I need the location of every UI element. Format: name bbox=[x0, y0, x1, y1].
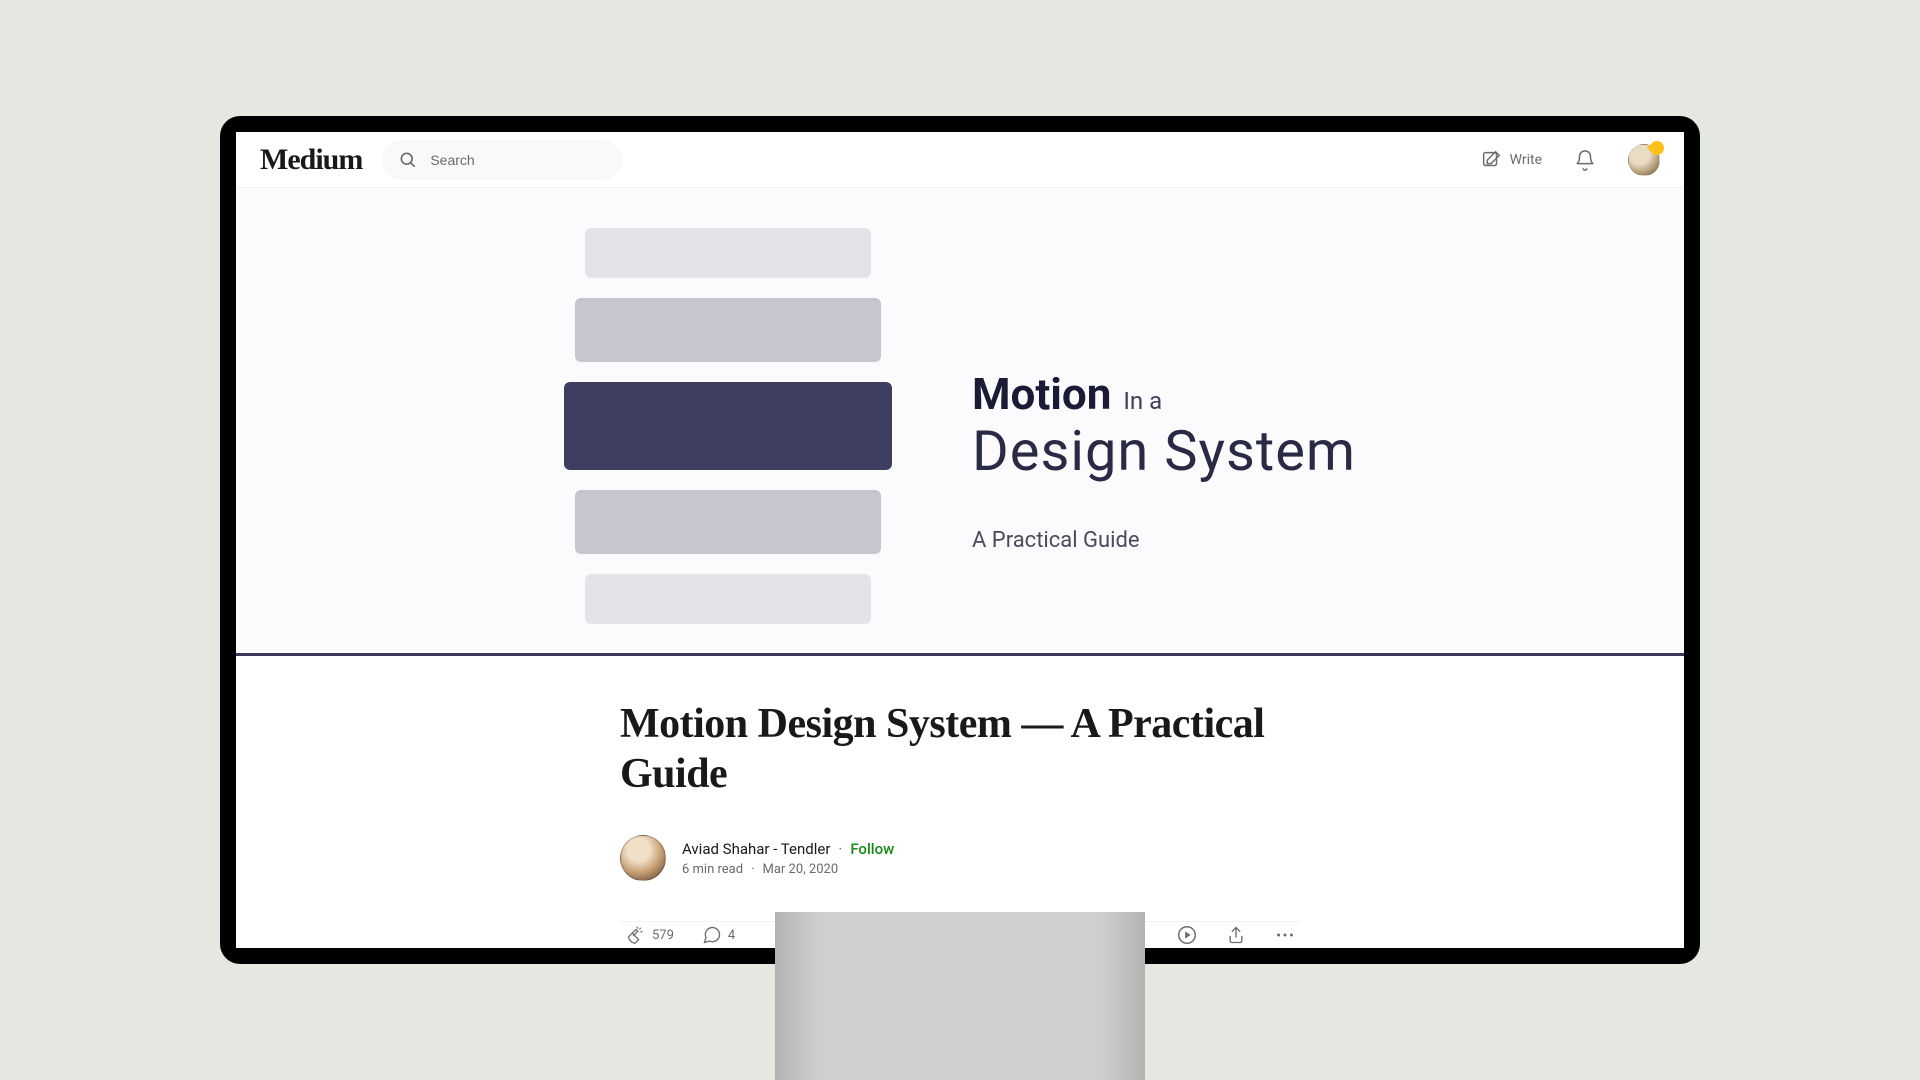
profile-menu[interactable] bbox=[1628, 144, 1660, 176]
write-icon bbox=[1480, 149, 1502, 171]
hero-bar bbox=[575, 298, 881, 362]
hero-bar bbox=[564, 382, 892, 470]
more-button[interactable] bbox=[1274, 924, 1296, 946]
search-icon bbox=[398, 150, 418, 170]
write-label: Write bbox=[1510, 152, 1542, 168]
hero-title-thin: In a bbox=[1123, 387, 1162, 415]
hero-title-line2: Design System bbox=[972, 418, 1356, 484]
follow-button[interactable]: Follow bbox=[850, 840, 894, 858]
screen: Medium Write bbox=[236, 132, 1684, 948]
hero-banner: Motion In a Design System A Practical Gu… bbox=[236, 188, 1684, 656]
clap-icon bbox=[624, 924, 646, 946]
comment-icon bbox=[702, 925, 722, 945]
listen-button[interactable] bbox=[1176, 924, 1198, 946]
article: Motion Design System — A Practical Guide… bbox=[620, 700, 1300, 948]
play-circle-icon bbox=[1176, 924, 1198, 946]
engagement-left: 579 4 bbox=[624, 924, 735, 946]
share-button[interactable] bbox=[1226, 925, 1246, 945]
bell-icon bbox=[1574, 149, 1596, 171]
comment-count: 4 bbox=[728, 928, 735, 943]
author-name[interactable]: Aviad Shahar - Tendler bbox=[682, 840, 830, 858]
separator-dot: · bbox=[838, 840, 842, 858]
separator-dot: · bbox=[751, 862, 754, 877]
more-icon bbox=[1274, 924, 1296, 946]
author-bottom: 6 min read · Mar 20, 2020 bbox=[682, 862, 894, 877]
hero-title-line1: Motion In a bbox=[972, 368, 1356, 420]
hero-bar bbox=[575, 490, 881, 554]
publish-date: Mar 20, 2020 bbox=[762, 862, 838, 877]
author-top: Aviad Shahar - Tendler · Follow bbox=[682, 840, 894, 858]
author-avatar[interactable] bbox=[620, 835, 666, 881]
site-logo[interactable]: Medium bbox=[260, 143, 362, 177]
search-field[interactable] bbox=[382, 140, 622, 180]
article-title: Motion Design System — A Practical Guide bbox=[620, 700, 1300, 799]
engagement-right bbox=[1126, 924, 1296, 946]
hero-inner: Motion In a Design System A Practical Gu… bbox=[564, 218, 1356, 624]
hero-subtitle: A Practical Guide bbox=[972, 528, 1356, 553]
write-button[interactable]: Write bbox=[1480, 149, 1542, 171]
topbar-right: Write bbox=[1480, 144, 1660, 176]
monitor-stand bbox=[775, 912, 1145, 1080]
comment-button[interactable]: 4 bbox=[702, 925, 735, 945]
author-row: Aviad Shahar - Tendler · Follow 6 min re… bbox=[620, 835, 1300, 881]
hero-bar bbox=[585, 228, 871, 278]
monitor-frame: Medium Write bbox=[220, 116, 1700, 964]
read-time: 6 min read bbox=[682, 862, 743, 877]
search-input[interactable] bbox=[430, 152, 606, 168]
clap-count: 579 bbox=[652, 928, 674, 943]
hero-illustration bbox=[564, 228, 892, 624]
topbar: Medium Write bbox=[236, 132, 1684, 188]
hero-text: Motion In a Design System A Practical Gu… bbox=[972, 228, 1356, 553]
hero-title-bold: Motion bbox=[972, 368, 1111, 420]
hero-bar bbox=[585, 574, 871, 624]
share-icon bbox=[1226, 925, 1246, 945]
author-meta: Aviad Shahar - Tendler · Follow 6 min re… bbox=[682, 840, 894, 877]
article-area: Motion Design System — A Practical Guide… bbox=[236, 656, 1684, 948]
notifications-button[interactable] bbox=[1574, 149, 1596, 171]
clap-button[interactable]: 579 bbox=[624, 924, 674, 946]
